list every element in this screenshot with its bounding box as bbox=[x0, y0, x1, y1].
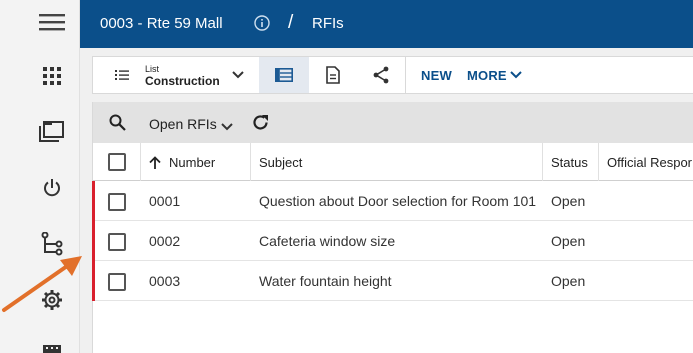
rfi-subject[interactable]: Water fountain height bbox=[259, 261, 392, 301]
apps-grid-icon[interactable] bbox=[38, 62, 66, 90]
table-row[interactable]: 0002 Cafeteria window size Open bbox=[92, 221, 693, 261]
chevron-down-icon bbox=[509, 57, 523, 93]
column-header-status[interactable]: Status bbox=[543, 143, 599, 181]
column-header-official-response[interactable]: Official Respor bbox=[599, 143, 693, 181]
table-row[interactable]: 0001 Question about Door selection for R… bbox=[92, 181, 693, 221]
sort-ascending-icon bbox=[149, 155, 161, 169]
toolbar: List Construction NEW MORE bbox=[92, 56, 693, 94]
hamburger-menu-icon[interactable] bbox=[38, 8, 66, 36]
table-view-icon bbox=[274, 57, 294, 93]
rfi-number[interactable]: 0002 bbox=[149, 221, 180, 261]
rfi-grid: Open RFIs Number Subject Status Official… bbox=[92, 102, 693, 353]
view-selector[interactable]: List Construction bbox=[108, 57, 253, 93]
info-icon[interactable] bbox=[254, 15, 270, 31]
document-icon[interactable] bbox=[321, 57, 345, 93]
chevron-down-icon bbox=[230, 57, 246, 93]
breadcrumb-current: RFIs bbox=[312, 15, 344, 32]
rfi-subject[interactable]: Cafeteria window size bbox=[259, 221, 395, 261]
calendar-icon[interactable] bbox=[38, 340, 66, 353]
select-all-checkbox[interactable] bbox=[108, 153, 126, 171]
top-header: 0003 - Rte 59 Mall / RFIs bbox=[80, 0, 693, 48]
main-content: List Construction NEW MORE Open RFIs Num… bbox=[80, 48, 693, 353]
rfi-status: Open bbox=[551, 193, 586, 209]
breadcrumb-separator: / bbox=[288, 12, 294, 33]
column-header-label: Official Respor bbox=[607, 154, 693, 170]
gear-icon[interactable] bbox=[38, 286, 66, 314]
share-icon[interactable] bbox=[369, 57, 393, 93]
rfi-status: Open bbox=[551, 273, 586, 289]
toolbar-divider bbox=[405, 57, 406, 93]
rfi-subject[interactable]: Question about Door selection for Room 1… bbox=[259, 181, 536, 221]
priority-flag bbox=[92, 261, 95, 301]
column-header-label: Number bbox=[169, 154, 216, 170]
filter-bar: Open RFIs bbox=[93, 102, 693, 143]
column-header-label: Status bbox=[551, 154, 588, 170]
row-checkbox[interactable] bbox=[108, 273, 126, 291]
folders-icon[interactable] bbox=[38, 117, 66, 145]
list-icon bbox=[112, 57, 132, 93]
saved-filter-dropdown[interactable]: Open RFIs bbox=[149, 102, 239, 143]
search-icon[interactable] bbox=[109, 114, 126, 136]
more-button[interactable]: MORE bbox=[467, 57, 531, 93]
rfi-number[interactable]: 0003 bbox=[149, 261, 180, 301]
column-header-label: Subject bbox=[259, 154, 303, 170]
view-type-label: List bbox=[145, 64, 160, 74]
select-all-cell bbox=[93, 143, 141, 181]
refresh-icon[interactable] bbox=[251, 113, 270, 137]
workflow-tree-icon[interactable] bbox=[38, 230, 66, 258]
row-checkbox[interactable] bbox=[108, 233, 126, 251]
grid-view-button[interactable] bbox=[259, 57, 309, 93]
more-label: MORE bbox=[467, 68, 507, 83]
chevron-down-icon bbox=[221, 118, 233, 136]
rfi-status: Open bbox=[551, 233, 586, 249]
priority-flag bbox=[92, 221, 95, 261]
saved-filter-label: Open RFIs bbox=[149, 116, 217, 132]
priority-flag bbox=[92, 181, 95, 221]
left-nav-rail bbox=[0, 0, 80, 353]
table-row[interactable]: 0003 Water fountain height Open bbox=[92, 261, 693, 301]
power-icon[interactable] bbox=[38, 174, 66, 202]
row-checkbox[interactable] bbox=[108, 193, 126, 211]
view-name: Construction bbox=[145, 74, 220, 88]
column-header-subject[interactable]: Subject bbox=[251, 143, 543, 181]
new-button[interactable]: NEW bbox=[421, 68, 452, 83]
column-header-number[interactable]: Number bbox=[141, 143, 251, 181]
table-header: Number Subject Status Official Respor bbox=[93, 143, 693, 181]
project-name[interactable]: 0003 - Rte 59 Mall bbox=[100, 15, 223, 32]
rfi-number[interactable]: 0001 bbox=[149, 181, 180, 221]
